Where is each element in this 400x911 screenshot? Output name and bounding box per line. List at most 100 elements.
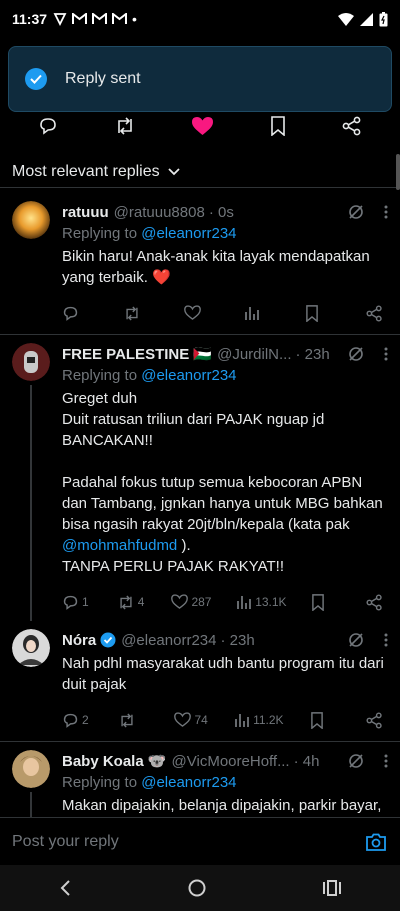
display-name[interactable]: ratuuu [62, 204, 109, 221]
view-count: 13.1K [255, 595, 287, 609]
replying-to: Replying to @eleanorr234 [62, 772, 388, 793]
reply-item[interactable]: ratuuu @ratuuu8808 · 0s Replying to @ele… [0, 193, 400, 332]
avatar[interactable] [12, 201, 50, 239]
bookmark-icon[interactable] [270, 116, 286, 136]
user-handle[interactable]: @eleanorr234 [121, 632, 216, 649]
reply-input[interactable]: Post your reply [12, 833, 119, 851]
views-button[interactable]: 11.2K [234, 712, 284, 728]
reply-item[interactable]: Nóra @eleanorr234 · 23h Nah pdhl masyara… [0, 621, 400, 739]
views-icon [235, 714, 249, 727]
more-notifications-dot: • [132, 11, 137, 27]
avatar[interactable] [12, 629, 50, 667]
avatar[interactable] [12, 750, 50, 788]
mention-link[interactable]: @mohmahfudmd [62, 537, 177, 554]
user-handle[interactable]: @ratuuu8808 [114, 204, 205, 221]
bookmark-icon [310, 711, 323, 729]
more-icon[interactable] [384, 347, 388, 361]
grok-icon[interactable] [348, 753, 364, 769]
repost-icon [120, 594, 132, 610]
user-handle[interactable]: @VicMooreHoff... [172, 753, 290, 770]
reply-sort-dropdown[interactable]: Most relevant replies [0, 156, 400, 188]
like-icon [171, 594, 189, 609]
reply-item[interactable]: Baby Koala 🐨 @VicMooreHoff... · 4h Reply… [0, 742, 400, 817]
grok-icon[interactable] [348, 632, 364, 648]
more-icon[interactable] [384, 754, 388, 768]
post-text: Greget duh Duit ratusan triliun dari PAJ… [62, 388, 388, 577]
reply-item[interactable]: FREE PALESTINE 🇵🇸 @JurdilN... · 23h Repl… [0, 335, 400, 621]
display-name[interactable]: FREE PALESTINE 🇵🇸 [62, 345, 212, 363]
like-icon[interactable] [192, 116, 214, 136]
repost-icon [121, 712, 133, 728]
gmail-icon [72, 13, 88, 24]
views-button[interactable] [244, 305, 274, 321]
repost-button[interactable]: 4 [117, 594, 147, 611]
reply-icon [63, 306, 78, 321]
like-button[interactable]: 74 [174, 712, 208, 728]
like-button[interactable]: 287 [171, 594, 211, 610]
status-time: 11:37 [12, 11, 48, 27]
repost-icon[interactable] [114, 116, 136, 136]
verified-badge-icon [100, 632, 116, 648]
display-name[interactable]: Baby Koala 🐨 [62, 752, 167, 770]
check-icon [25, 68, 47, 90]
replying-prefix: Replying to [62, 225, 142, 242]
recents-nav-icon[interactable] [323, 880, 342, 896]
reply-count: 2 [82, 713, 89, 727]
reply-button[interactable]: 2 [62, 712, 92, 729]
like-button[interactable] [183, 305, 214, 321]
repost-count: 4 [137, 595, 145, 609]
like-count: 287 [191, 595, 212, 609]
home-nav-icon[interactable] [188, 879, 206, 897]
battery-icon [379, 11, 388, 26]
chevron-down-icon [167, 167, 180, 175]
mention-link[interactable]: @eleanorr234 [141, 367, 236, 384]
more-icon[interactable] [384, 205, 388, 219]
post-time: · 4h [293, 752, 320, 770]
replying-prefix: Replying to [62, 367, 142, 384]
reply-composer[interactable]: Post your reply [0, 817, 400, 865]
reply-button[interactable] [62, 305, 92, 322]
mention-link[interactable]: @eleanorr234 [141, 774, 236, 791]
mention-link[interactable]: @eleanorr234 [141, 225, 236, 242]
like-icon [183, 305, 201, 320]
views-button[interactable]: 13.1K [236, 594, 287, 610]
bookmark-button[interactable] [305, 304, 335, 322]
bookmark-icon [312, 593, 325, 611]
bookmark-button[interactable] [310, 711, 340, 729]
user-handle[interactable]: @JurdilN... [217, 346, 291, 363]
share-button[interactable] [366, 593, 384, 611]
view-count: 11.2K [253, 713, 284, 727]
display-name[interactable]: Nóra [62, 632, 96, 649]
post-actions: 1 4 287 13.1K [62, 583, 388, 621]
post-actions [62, 294, 388, 332]
share-icon[interactable] [342, 116, 362, 136]
post-text: Nah pdhl masyarakat udh bantu program it… [62, 655, 389, 693]
views-icon [237, 596, 252, 609]
reply-icon [63, 713, 78, 728]
share-icon [366, 711, 382, 729]
toast-message: Reply sent [65, 70, 141, 87]
share-button[interactable] [366, 711, 384, 729]
bookmark-button[interactable] [311, 593, 341, 611]
camera-icon[interactable] [366, 833, 386, 851]
post-actions: 2 74 11.2K [62, 701, 388, 739]
scrollbar[interactable] [396, 154, 400, 190]
grok-icon[interactable] [348, 204, 364, 220]
reply-button[interactable]: 1 [62, 594, 92, 611]
more-icon[interactable] [384, 633, 388, 647]
back-nav-icon[interactable] [59, 880, 71, 896]
post-text: Makan dipajakin, belanja dipajakin, park… [62, 797, 382, 814]
thread-line [30, 792, 32, 817]
share-button[interactable] [366, 304, 384, 322]
vpn-shield-icon [53, 13, 67, 26]
share-icon [366, 593, 382, 611]
grok-icon[interactable] [348, 346, 364, 362]
avatar[interactable] [12, 343, 50, 381]
signal-icon [360, 12, 373, 26]
repost-button[interactable] [123, 305, 153, 322]
system-nav-bar [0, 865, 400, 911]
reply-sent-toast: Reply sent [8, 46, 392, 112]
repost-button[interactable] [118, 712, 148, 729]
reply-icon[interactable] [38, 116, 58, 136]
thread-line [30, 385, 32, 621]
